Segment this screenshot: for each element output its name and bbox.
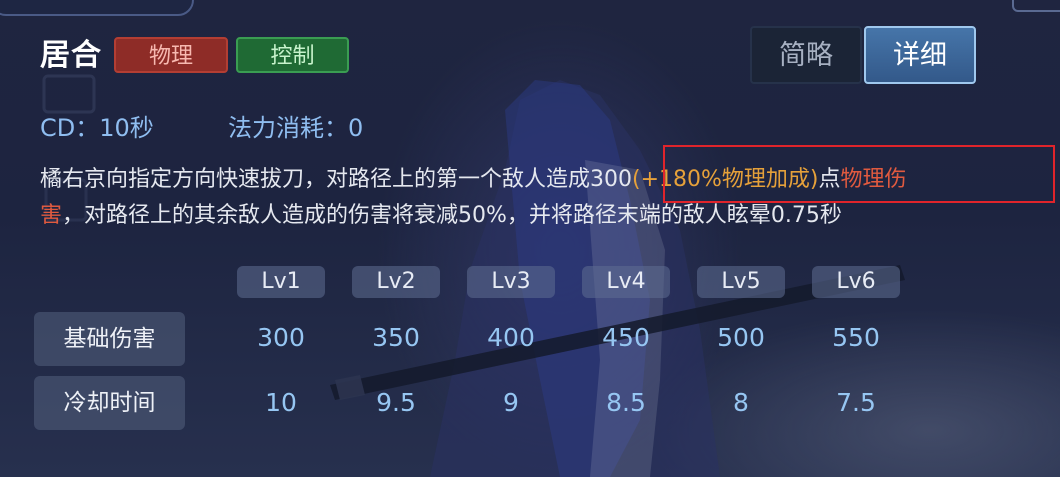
highlight-annotation-box [663,145,1055,203]
cooldown-time-value: 7.5 [836,388,876,417]
base-damage-value: 500 [717,323,765,352]
cooldown-time-value: 8.5 [606,388,646,417]
top-right-frame [1012,0,1060,12]
level-header-5: Lv5 [697,266,785,298]
brief-mode-button[interactable]: 简略 [750,26,862,84]
top-panel-frame [0,0,194,16]
view-mode-switch: 简略 详细 [750,26,976,84]
cooldown-time-value: 10 [265,388,297,417]
base-damage-value: 400 [487,323,535,352]
base-damage-label: 基础伤害 [34,312,185,366]
base-damage-value: 550 [832,323,880,352]
level-header-3: Lv3 [467,266,555,298]
description-text: ，对路径上的其余敌人造成的伤害将衰减50%，并将路径末端的敌人眩晕0.75秒 [62,203,842,228]
level-header-6: Lv6 [812,266,900,298]
level-header-2: Lv2 [352,266,440,298]
control-tag: 控制 [236,37,349,73]
cooldown-time-value: 8 [733,388,749,417]
skill-name: 居合 [40,38,102,73]
mana-cost-stat: 法力消耗：0 [228,114,364,142]
level-header-1: Lv1 [237,266,325,298]
base-damage-value: 450 [602,323,650,352]
physical-tag: 物理 [114,37,228,73]
cooldown-stat: CD：10秒 [40,114,154,142]
cooldown-time-value: 9.5 [376,388,416,417]
description-text: 橘右京向指定方向快速拔刀，对路径上的第一个敌人造成300 [40,167,632,192]
damage-type-text: 害 [40,203,63,228]
detail-mode-button[interactable]: 详细 [864,26,976,84]
cooldown-time-label: 冷却时间 [34,376,185,430]
base-damage-value: 300 [257,323,305,352]
cooldown-time-value: 9 [503,388,519,417]
level-header-4: Lv4 [582,266,670,298]
base-damage-value: 350 [372,323,420,352]
